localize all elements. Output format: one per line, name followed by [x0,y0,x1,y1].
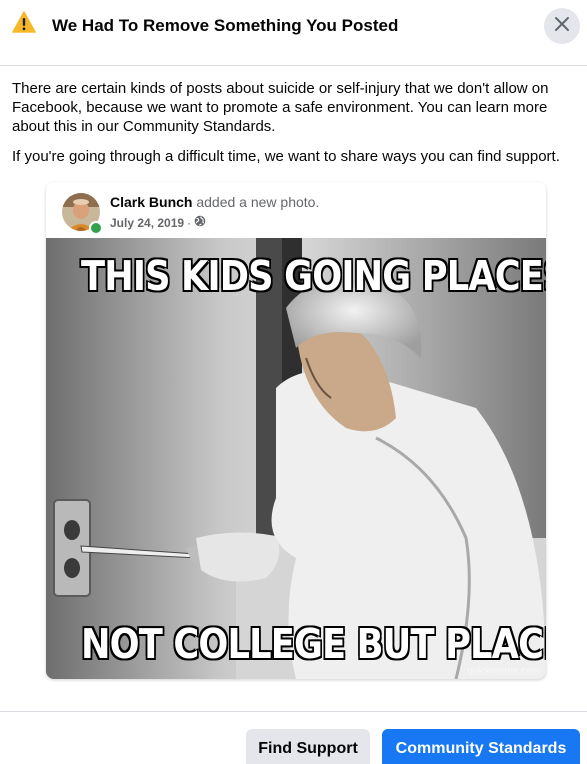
meme-bottom-caption: NOT COLLEGE BUT PLACES [80,619,546,669]
post-header: Clark Bunch added a new photo. [110,194,319,210]
support-message: If you're going through a difficult time… [12,148,560,165]
dialog-header: We Had To Remove Something You Posted [0,0,587,66]
post-meta: July 24, 2019 · [110,215,206,230]
warning-icon [12,11,36,33]
meme-top-caption: THIS KIDS GOING PLACES [80,251,546,301]
close-button[interactable] [544,8,580,44]
dialog-footer: Find Support Community Standards [0,711,587,764]
removed-post-dialog: We Had To Remove Something You Posted Th… [0,0,587,764]
globe-icon [194,215,206,230]
author-name[interactable]: Clark Bunch [110,194,192,210]
online-status-indicator [89,221,103,235]
post-photo[interactable]: THIS KIDS GOING PLACES NOT COLLEGE BUT P… [46,238,546,679]
photo-watermark: quickmeme.com [467,666,540,677]
removed-post-preview: Clark Bunch added a new photo. July 24, … [46,182,546,679]
policy-explanation: There are certain kinds of posts about s… [12,80,549,135]
meta-separator: · [187,215,192,230]
dialog-title: We Had To Remove Something You Posted [52,16,399,35]
post-action-text: added a new photo. [196,194,320,210]
close-icon [554,16,570,37]
find-support-button[interactable]: Find Support [246,729,370,764]
post-date[interactable]: July 24, 2019 [110,216,184,230]
community-standards-button[interactable]: Community Standards [382,729,580,764]
